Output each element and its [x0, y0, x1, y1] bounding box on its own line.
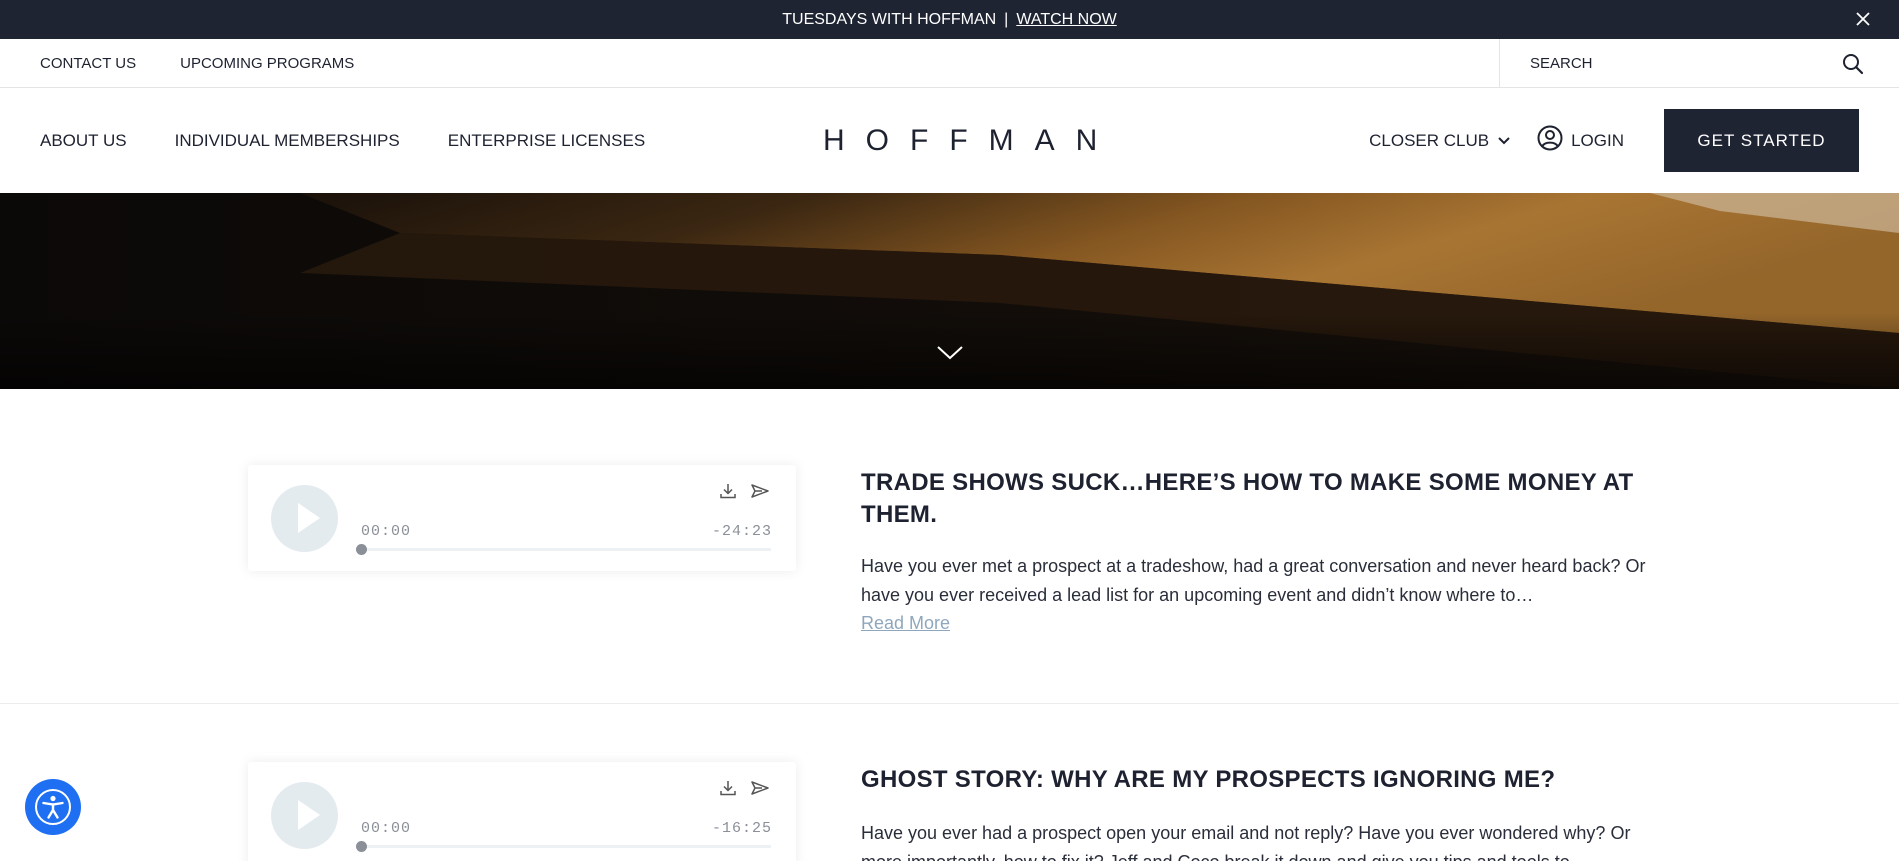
hero-banner	[0, 193, 1899, 389]
login-link[interactable]: LOGIN	[1537, 125, 1624, 156]
current-time: 00:00	[361, 523, 412, 540]
scroll-down-chevron-icon[interactable]	[935, 341, 965, 365]
episode-item: 00:00 -16:25 GHOST STORY: WHY ARE MY PRO…	[0, 704, 1899, 861]
progress-track[interactable]	[356, 841, 771, 852]
hoffman-logo[interactable]: HOFFMAN	[823, 124, 1118, 158]
play-icon[interactable]	[271, 782, 338, 849]
watch-now-link[interactable]: WATCH NOW	[1016, 11, 1116, 29]
download-icon[interactable]	[718, 778, 740, 800]
share-icon[interactable]	[750, 778, 772, 800]
announcement-text: TUESDAYS WITH HOFFMAN	[782, 10, 997, 28]
audio-player: 00:00 -24:23	[248, 465, 796, 571]
contact-us-link[interactable]: CONTACT US	[40, 55, 136, 72]
individual-memberships-link[interactable]: INDIVIDUAL MEMBERSHIPS	[175, 131, 400, 151]
announcement-bar: TUESDAYS WITH HOFFMAN | WATCH NOW	[0, 0, 1899, 39]
search-icon[interactable]	[1841, 52, 1865, 76]
about-us-link[interactable]: ABOUT US	[40, 131, 127, 151]
utility-links: CONTACT US UPCOMING PROGRAMS	[0, 55, 354, 72]
download-icon[interactable]	[718, 481, 740, 503]
episode-item: 00:00 -24:23 TRADE SHOWS SUCK…HERE’S HOW…	[0, 389, 1899, 704]
share-icon[interactable]	[750, 481, 772, 503]
search-box	[1499, 39, 1899, 88]
remaining-time: -24:23	[711, 523, 772, 540]
announcement-separator: |	[1004, 10, 1009, 28]
episode-description: Have you ever had a prospect open your e…	[861, 823, 1631, 861]
get-started-button[interactable]: GET STARTED	[1664, 109, 1859, 172]
accessibility-icon[interactable]	[25, 779, 81, 835]
progress-handle[interactable]	[356, 544, 367, 555]
upcoming-programs-link[interactable]: UPCOMING PROGRAMS	[180, 55, 354, 72]
audio-player: 00:00 -16:25	[248, 762, 796, 861]
read-more-link[interactable]: Read More	[861, 613, 950, 634]
episode-title[interactable]: GHOST STORY: WHY ARE MY PROSPECTS IGNORI…	[861, 764, 1661, 796]
user-icon	[1537, 125, 1563, 156]
closer-club-menu[interactable]: CLOSER CLUB	[1369, 131, 1511, 151]
play-icon[interactable]	[271, 485, 338, 552]
main-nav-links: ABOUT US INDIVIDUAL MEMBERSHIPS ENTERPRI…	[0, 131, 645, 151]
utility-nav: CONTACT US UPCOMING PROGRAMS	[0, 39, 1899, 88]
episode-title[interactable]: TRADE SHOWS SUCK…HERE’S HOW TO MAKE SOME…	[861, 467, 1661, 531]
remaining-time: -16:25	[711, 820, 772, 837]
closer-club-label: CLOSER CLUB	[1369, 130, 1490, 150]
main-nav-actions: CLOSER CLUB LOGIN GET STARTED	[1369, 109, 1859, 172]
enterprise-licenses-link[interactable]: ENTERPRISE LICENSES	[448, 131, 645, 151]
progress-track[interactable]	[356, 544, 771, 555]
chevron-down-icon	[1497, 131, 1511, 151]
progress-handle[interactable]	[356, 841, 367, 852]
login-label: LOGIN	[1571, 130, 1624, 150]
close-icon[interactable]	[1851, 7, 1875, 31]
episode-description: Have you ever met a prospect at a trades…	[861, 556, 1646, 605]
main-nav: ABOUT US INDIVIDUAL MEMBERSHIPS ENTERPRI…	[0, 88, 1899, 193]
current-time: 00:00	[361, 820, 412, 837]
search-input[interactable]	[1530, 55, 1830, 72]
